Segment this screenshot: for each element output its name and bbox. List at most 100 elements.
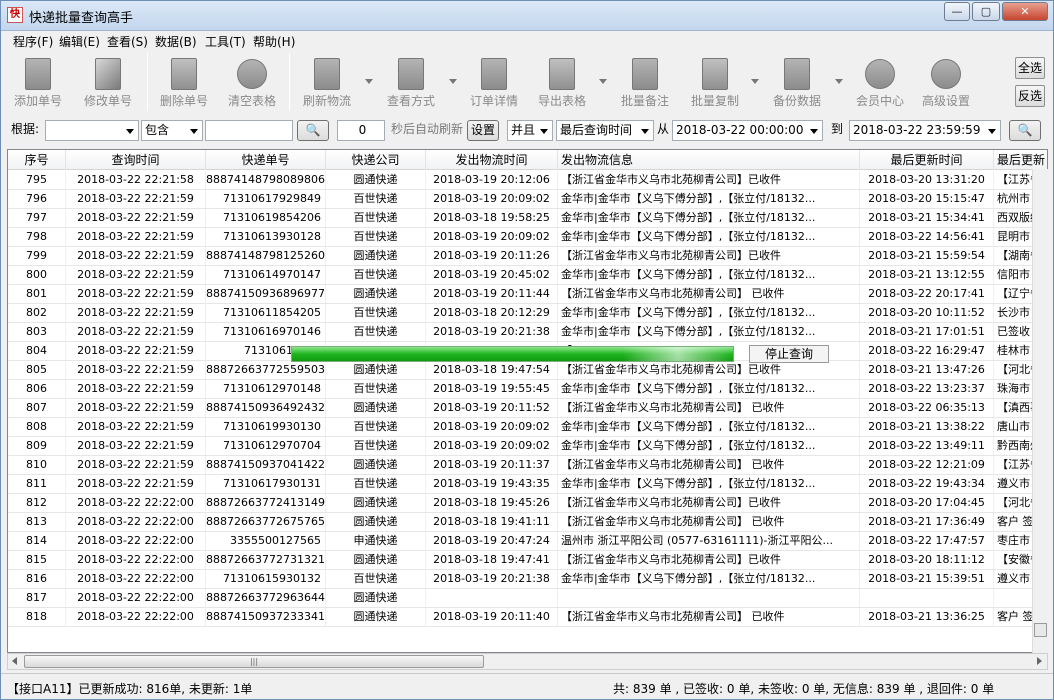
table-row[interactable]: 797 2018-03-22 22:21:59 71310619854206 百世快递…: [8, 209, 1047, 228]
table-row[interactable]: 816 2018-03-22 22:22:00 71310615930132 百世快递…: [8, 570, 1047, 589]
close-icon[interactable]: ✕: [1002, 2, 1048, 21]
cell-last-update-time: 2018-03-20 10:11:52: [860, 304, 994, 322]
col-last-update-time[interactable]: 最后更新时间: [860, 150, 994, 170]
cell-ship-time: 2018-03-19 20:09:02: [426, 228, 558, 246]
settings-icon: [931, 59, 961, 89]
table-row[interactable]: 807 2018-03-22 22:21:59 888741509364924320…: [8, 399, 1047, 418]
view-mode-button[interactable]: 查看方式: [379, 55, 443, 111]
chevron-down-icon[interactable]: [449, 79, 457, 84]
chevron-down-icon[interactable]: [751, 79, 759, 84]
cell-courier: 百世快递: [326, 323, 426, 341]
scroll-right-icon[interactable]: [1037, 657, 1042, 665]
cell-ship-info: 【浙江省金华市义乌市北苑柳青公司】已收件: [558, 247, 860, 265]
menu-data[interactable]: 数据(B): [155, 33, 197, 50]
menu-tools[interactable]: 工具(T): [205, 33, 246, 50]
col-last-update[interactable]: 最后更新: [994, 150, 1047, 170]
table-row[interactable]: 796 2018-03-22 22:21:59 71310617929849 百世快递…: [8, 190, 1047, 209]
table-row[interactable]: 798 2018-03-22 22:21:59 71310613930128 百世快递…: [8, 228, 1047, 247]
match-select[interactable]: 包含: [141, 120, 203, 141]
menu-edit[interactable]: 编辑(E): [59, 33, 100, 50]
keyword-input[interactable]: [205, 120, 293, 141]
table-row[interactable]: 813 2018-03-22 22:22:00 888726637726757653…: [8, 513, 1047, 532]
menu-program[interactable]: 程序(F): [13, 33, 53, 50]
vertical-scroll-thumb[interactable]: [1034, 623, 1047, 637]
cell-index: 804: [8, 342, 66, 360]
vertical-scrollbar[interactable]: [1032, 169, 1048, 653]
table-row[interactable]: 799 2018-03-22 22:21:59 888741487981252603…: [8, 247, 1047, 266]
table-row[interactable]: 805 2018-03-22 22:21:59 888726637725595037…: [8, 361, 1047, 380]
table-body: 795 2018-03-22 22:21:58 888741487980898067…: [8, 171, 1047, 627]
clear-table-button[interactable]: 清空表格: [221, 55, 283, 111]
table-row[interactable]: 802 2018-03-22 22:21:59 71310611854205 百世快递…: [8, 304, 1047, 323]
menu-help[interactable]: 帮助(H): [253, 33, 295, 50]
minimize-icon[interactable]: —: [944, 2, 970, 21]
chevron-down-icon[interactable]: [835, 79, 843, 84]
edit-number-button[interactable]: 修改单号: [77, 55, 139, 111]
table-row[interactable]: 818 2018-03-22 22:22:00 888741509372333411…: [8, 608, 1047, 627]
add-number-button[interactable]: 添加单号: [7, 55, 69, 111]
maximize-icon[interactable]: ▢: [972, 2, 1000, 21]
cell-last-update-time: 2018-03-21 15:39:51: [860, 570, 994, 588]
cell-courier: 百世快递: [326, 570, 426, 588]
search-button[interactable]: 🔍: [297, 120, 329, 141]
delete-number-button[interactable]: 删除单号: [153, 55, 215, 111]
table-row[interactable]: 809 2018-03-22 22:21:59 71310612970704 百世快递…: [8, 437, 1047, 456]
batch-note-button[interactable]: 批量备注: [613, 55, 677, 111]
date-search-button[interactable]: 🔍: [1009, 120, 1041, 141]
table-row[interactable]: 810 2018-03-22 22:21:59 888741509370414229…: [8, 456, 1047, 475]
cell-last-update-time: 2018-03-22 19:43:34: [860, 475, 994, 493]
refresh-logistics-button[interactable]: 刷新物流: [295, 55, 359, 111]
batch-copy-button[interactable]: 批量复制: [683, 55, 747, 111]
field-select[interactable]: [45, 120, 139, 141]
member-center-button[interactable]: 会员中心: [849, 55, 911, 111]
table-row[interactable]: 812 2018-03-22 22:22:00 888726637724131491…: [8, 494, 1047, 513]
settings-button[interactable]: 设置: [467, 120, 499, 141]
logic-select[interactable]: 并且: [507, 120, 553, 141]
cell-index: 813: [8, 513, 66, 531]
horizontal-scroll-thumb[interactable]: |||: [24, 655, 484, 668]
invert-selection-button[interactable]: 反选: [1015, 85, 1045, 107]
col-index[interactable]: 序号: [8, 150, 66, 170]
cell-tracking-number: 888726637727313219: [206, 551, 326, 569]
table-row[interactable]: 801 2018-03-22 22:21:59 888741509368969774…: [8, 285, 1047, 304]
table-row[interactable]: 803 2018-03-22 22:21:59 71310616970146 百世快递…: [8, 323, 1047, 342]
col-courier[interactable]: 快递公司: [326, 150, 426, 170]
export-table-button[interactable]: 导出表格: [531, 55, 593, 111]
menu-view[interactable]: 查看(S): [107, 33, 148, 50]
from-date-picker[interactable]: 2018-03-22 00:00:00: [672, 120, 823, 141]
col-ship-info[interactable]: 发出物流信息: [558, 150, 860, 170]
col-query-time[interactable]: 查询时间: [66, 150, 206, 170]
cell-last-update-time: 2018-03-22 14:56:41: [860, 228, 994, 246]
results-table[interactable]: 序号 查询时间 快递单号 快递公司 发出物流时间 发出物流信息 最后更新时间 最…: [7, 149, 1048, 653]
table-row[interactable]: 817 2018-03-22 22:22:00 888726637729636441…: [8, 589, 1047, 608]
table-row[interactable]: 800 2018-03-22 22:21:59 71310614970147 百世快递…: [8, 266, 1047, 285]
chevron-down-icon[interactable]: [365, 79, 373, 84]
stop-query-button[interactable]: 停止查询: [749, 345, 829, 363]
table-row[interactable]: 795 2018-03-22 22:21:58 888741487980898067…: [8, 171, 1047, 190]
select-all-button[interactable]: 全选: [1015, 57, 1045, 79]
table-row[interactable]: 808 2018-03-22 22:21:59 71310619930130 百世快递…: [8, 418, 1047, 437]
advanced-settings-button[interactable]: 高级设置: [915, 55, 977, 111]
table-row[interactable]: 815 2018-03-22 22:22:00 888726637727313219…: [8, 551, 1047, 570]
time-field-select[interactable]: 最后查询时间: [556, 120, 654, 141]
backup-data-button[interactable]: 备份数据: [765, 55, 829, 111]
order-detail-button[interactable]: 订单详情: [463, 55, 525, 111]
col-ship-time[interactable]: 发出物流时间: [426, 150, 558, 170]
cell-ship-time: 2018-03-19 20:09:02: [426, 190, 558, 208]
table-row[interactable]: 806 2018-03-22 22:21:59 71310612970148 百世快递…: [8, 380, 1047, 399]
cell-courier: 圆通快递: [326, 551, 426, 569]
to-date-picker[interactable]: 2018-03-22 23:59:59: [849, 120, 1001, 141]
cell-query-time: 2018-03-22 22:21:59: [66, 209, 206, 227]
cell-tracking-number: 71310615930132: [206, 570, 326, 588]
scroll-left-icon[interactable]: [12, 657, 17, 665]
refresh-seconds-input[interactable]: 0: [337, 120, 385, 141]
horizontal-scrollbar[interactable]: |||: [7, 653, 1048, 670]
table-row[interactable]: 814 2018-03-22 22:22:00 3355500127565 申通快递 2…: [8, 532, 1047, 551]
cell-ship-time: 2018-03-19 20:11:26: [426, 247, 558, 265]
cell-courier: 申通快递: [326, 532, 426, 550]
col-tracking-number[interactable]: 快递单号: [206, 150, 326, 170]
table-row[interactable]: 811 2018-03-22 22:21:59 71310617930131 百世快递…: [8, 475, 1047, 494]
chevron-down-icon[interactable]: [599, 79, 607, 84]
cell-courier: 百世快递: [326, 475, 426, 493]
cell-last-update-time: 2018-03-21 15:34:41: [860, 209, 994, 227]
